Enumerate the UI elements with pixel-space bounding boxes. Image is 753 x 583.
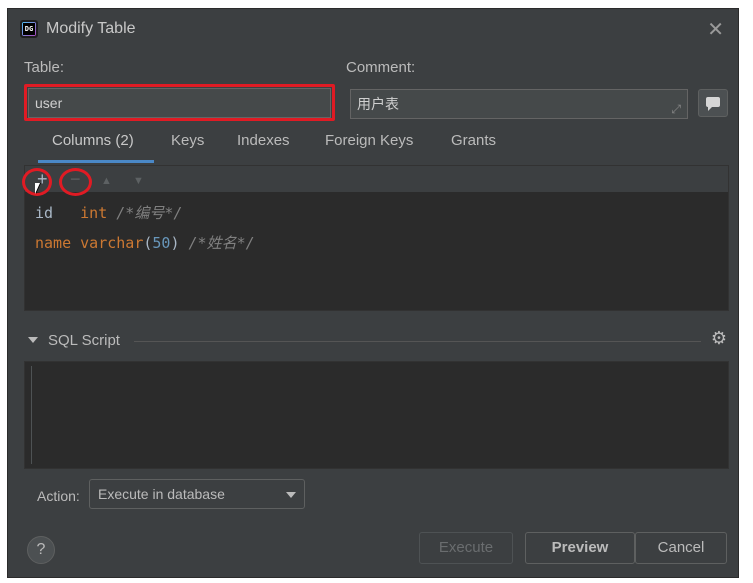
column-name: name: [35, 234, 72, 252]
comment-edit-button[interactable]: [698, 89, 728, 117]
table-label: Table:: [24, 59, 65, 76]
tab-grants[interactable]: Grants: [451, 132, 496, 149]
datagrip-app-icon: DG: [20, 20, 38, 38]
column-comment: /*编号*/: [116, 204, 183, 222]
comment-input-value: 用户表: [357, 96, 399, 112]
editor-gutter: [31, 366, 32, 464]
action-selected-value: Execute in database: [98, 486, 225, 502]
columns-panel: + − ▲ ▼ id int /*编号*/ name varchar(50) /…: [24, 165, 729, 311]
title-bar: DG Modify Table ✕: [8, 9, 738, 51]
comment-icon: [706, 97, 720, 111]
tab-columns[interactable]: Columns (2): [52, 132, 134, 149]
tab-keys[interactable]: Keys: [171, 132, 204, 149]
action-label: Action:: [37, 488, 80, 504]
app-icon-label: DG: [23, 23, 35, 35]
column-row-id[interactable]: id int /*编号*/: [35, 202, 182, 223]
move-down-button[interactable]: ▼: [133, 171, 144, 191]
action-select[interactable]: Execute in database: [89, 479, 305, 509]
tab-foreign-keys[interactable]: Foreign Keys: [325, 132, 413, 149]
preview-button[interactable]: Preview: [525, 532, 635, 564]
help-button[interactable]: ?: [27, 536, 55, 564]
dialog-title: Modify Table: [46, 20, 136, 37]
execute-button[interactable]: Execute: [419, 532, 513, 564]
tab-indexes[interactable]: Indexes: [237, 132, 290, 149]
collapse-triangle-icon[interactable]: [28, 337, 38, 343]
remove-button-highlight: [59, 168, 92, 196]
active-tab-indicator: [38, 160, 154, 163]
chevron-down-icon: [286, 492, 296, 498]
column-type-paren-close: ): [170, 234, 180, 252]
modify-table-dialog: DG Modify Table ✕ Table: user Comment: 用…: [7, 8, 739, 578]
comment-input[interactable]: 用户表 ⤢: [350, 89, 688, 119]
column-name: id: [35, 204, 54, 222]
sql-script-header[interactable]: SQL Script ⚙: [24, 328, 729, 353]
cancel-button[interactable]: Cancel: [635, 532, 727, 564]
close-icon[interactable]: ✕: [707, 17, 724, 42]
move-up-button[interactable]: ▲: [101, 171, 112, 191]
column-type-length: 50: [152, 234, 171, 252]
expand-icon[interactable]: ⤢: [671, 95, 681, 123]
gear-icon[interactable]: ⚙: [711, 328, 727, 349]
table-name-highlight: [24, 84, 335, 121]
section-divider: [134, 341, 701, 342]
mouse-cursor: [35, 183, 40, 194]
sql-script-editor[interactable]: [24, 361, 729, 469]
comment-label: Comment:: [346, 59, 416, 76]
column-comment: /*姓名*/: [188, 234, 255, 252]
column-type: int: [80, 204, 108, 222]
column-type-keyword: varchar: [80, 234, 144, 252]
sql-script-title: SQL Script: [48, 332, 120, 349]
column-row-name[interactable]: name varchar(50) /*姓名*/: [35, 232, 255, 253]
columns-toolbar: + − ▲ ▼: [25, 166, 728, 192]
